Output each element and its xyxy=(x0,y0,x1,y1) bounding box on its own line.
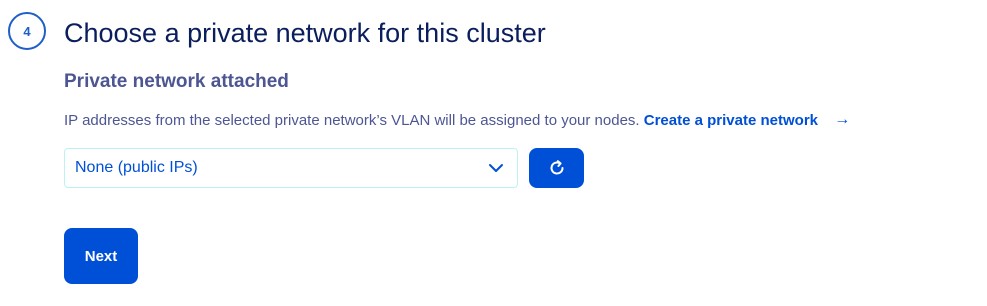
step-number: 4 xyxy=(23,23,31,39)
private-network-select[interactable]: None (public IPs) xyxy=(64,148,518,188)
section-description: IP addresses from the selected private n… xyxy=(64,112,640,129)
chevron-down-icon xyxy=(485,157,507,179)
step-title: Choose a private network for this cluste… xyxy=(64,18,546,48)
step-number-badge: 4 xyxy=(8,12,46,50)
private-network-step: 4 Choose a private network for this clus… xyxy=(0,0,987,306)
refresh-networks-button[interactable] xyxy=(529,148,584,188)
create-private-network-link[interactable]: Create a private network xyxy=(644,112,818,129)
section-title: Private network attached xyxy=(64,71,289,92)
refresh-icon xyxy=(547,158,567,178)
arrow-right-icon[interactable]: → xyxy=(834,109,850,131)
section-description-row: IP addresses from the selected private n… xyxy=(64,109,850,132)
private-network-select-value: None (public IPs) xyxy=(75,159,198,176)
next-button[interactable]: Next xyxy=(64,228,138,284)
